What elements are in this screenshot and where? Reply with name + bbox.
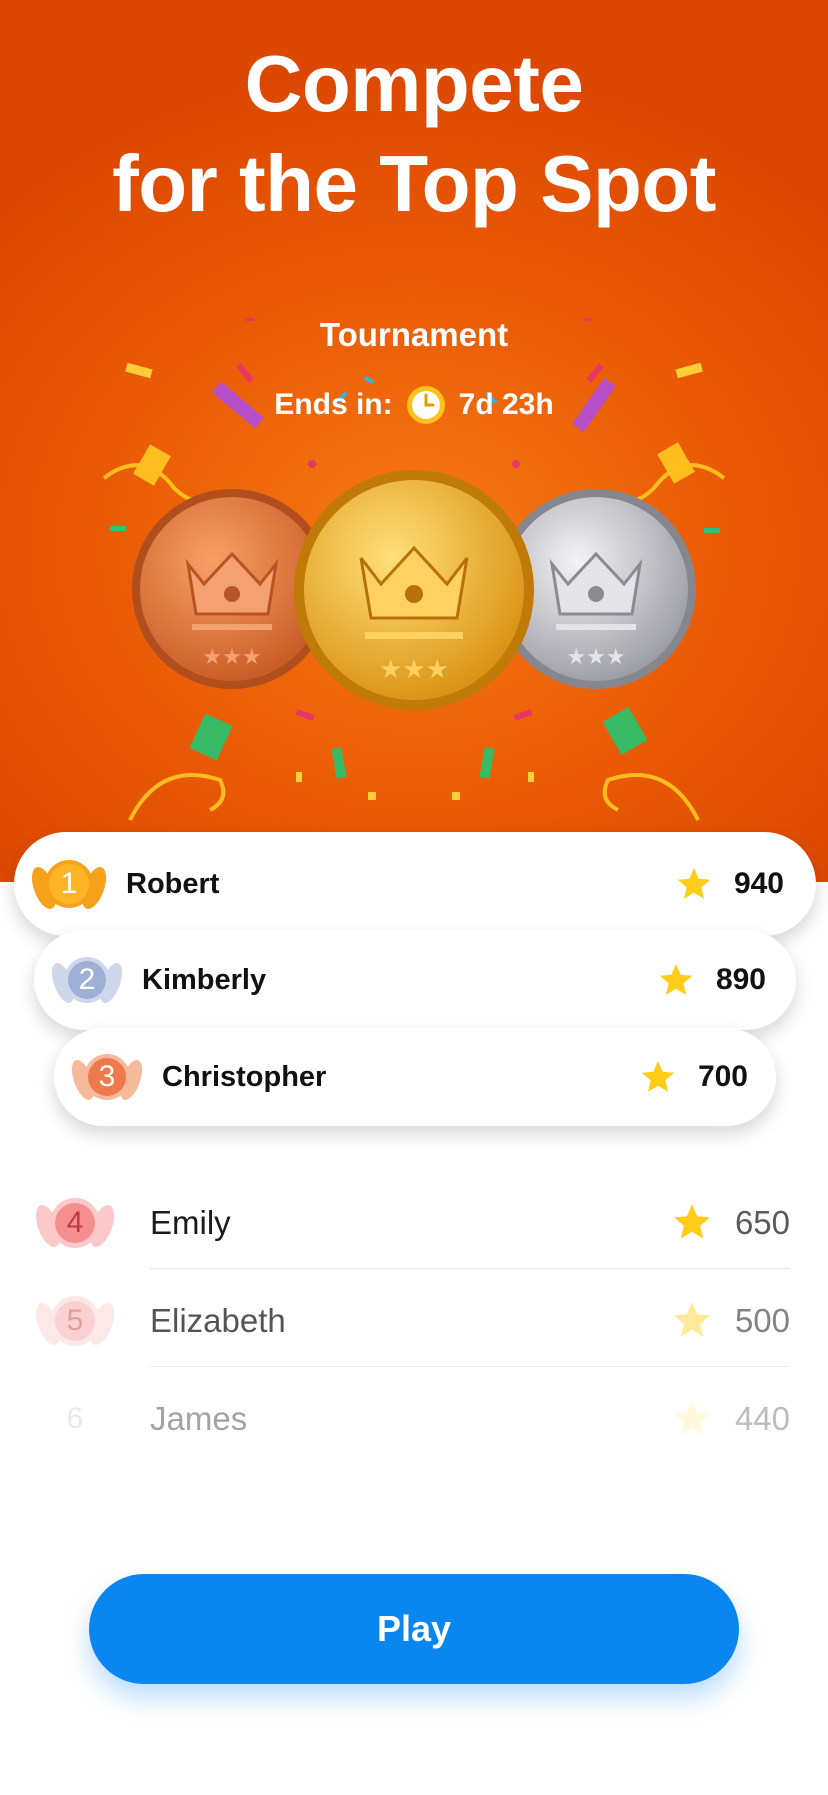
leaderboard-row-1[interactable]: 1 Robert 940 (14, 832, 816, 936)
player-score: 440 (734, 1400, 790, 1437)
player-name: Emily (150, 1204, 231, 1241)
ends-label: Ends in: (274, 388, 393, 421)
star-icon (659, 964, 693, 995)
star-icon (674, 1400, 710, 1435)
play-button[interactable]: Play (89, 1574, 739, 1684)
row-divider (150, 1366, 790, 1367)
rank-badge-gold: 1 (30, 852, 108, 916)
rank-number: 2 (78, 963, 96, 996)
player-name: Elizabeth (150, 1302, 286, 1339)
ends-value: 7d 23h (458, 388, 554, 421)
star-icon (674, 1204, 710, 1239)
star-icon (677, 868, 711, 899)
player-name: Kimberly (142, 963, 267, 996)
tournament-countdown: Ends in: 7d 23h (0, 380, 828, 430)
player-score: 700 (697, 1060, 748, 1093)
gold-medal-icon: ★★★ (294, 470, 534, 710)
rank-number: 6 (66, 1402, 84, 1435)
player-score: 650 (734, 1204, 790, 1241)
player-score: 940 (733, 867, 784, 900)
rank-number: 3 (98, 1060, 116, 1093)
rank-number: 4 (66, 1206, 84, 1239)
rank-badge: 4 (34, 1190, 116, 1256)
player-name: James (150, 1400, 248, 1437)
rank-badge-silver: 2 (50, 949, 124, 1011)
headline-line-1: Compete (244, 39, 584, 128)
leaderboard-row-6[interactable]: 6 James 440 (34, 1370, 790, 1468)
leaderboard-row-3[interactable]: 3 Christopher 700 (54, 1028, 776, 1126)
rank-badge: 5 (34, 1288, 116, 1354)
clock-icon (405, 384, 447, 426)
rank-number: 1 (60, 867, 78, 900)
rank-badge-bronze: 3 (70, 1046, 144, 1108)
svg-text:★★★: ★★★ (379, 655, 449, 685)
leaderboard-row-2[interactable]: 2 Kimberly 890 (34, 930, 796, 1030)
player-name: Robert (126, 867, 220, 900)
star-icon (674, 1302, 710, 1337)
row-divider (150, 1268, 790, 1269)
player-score: 890 (715, 963, 766, 996)
svg-text:★★★: ★★★ (566, 645, 625, 670)
leaderboard-row-4[interactable]: 4 Emily 650 (34, 1174, 790, 1272)
player-name: Christopher (162, 1060, 327, 1093)
star-icon (641, 1061, 675, 1092)
tournament-title: Tournament (319, 316, 509, 353)
headline-line-2: for the Top Spot (112, 139, 716, 228)
hero-banner: Compete for the Top Spot Tournament Ends… (0, 0, 828, 882)
svg-text:★★★: ★★★ (202, 645, 261, 670)
leaderboard-row-5[interactable]: 5 Elizabeth 500 (34, 1272, 790, 1370)
player-score: 500 (734, 1302, 790, 1339)
rank-number: 5 (66, 1304, 84, 1337)
